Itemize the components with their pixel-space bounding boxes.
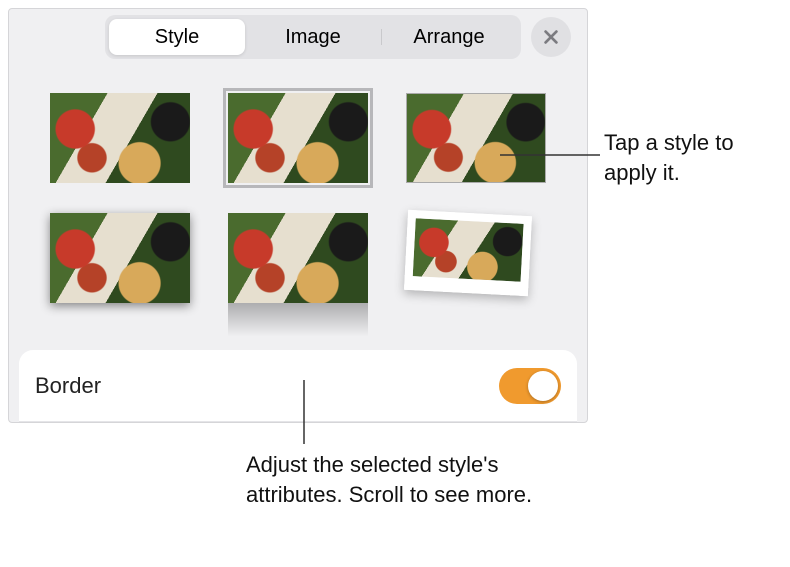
thumbnail-image <box>50 93 190 183</box>
callout-style: Tap a style to apply it. <box>604 128 784 187</box>
style-grid <box>9 93 587 303</box>
style-thumbnail[interactable] <box>228 93 368 183</box>
tab-image[interactable]: Image <box>245 19 381 55</box>
close-icon <box>542 28 560 46</box>
tab-label: Style <box>155 26 199 49</box>
style-thumbnail[interactable] <box>406 213 546 303</box>
tab-style[interactable]: Style <box>109 19 245 55</box>
style-thumbnail[interactable] <box>50 213 190 303</box>
tab-label: Arrange <box>413 26 484 49</box>
segmented-tabs: Style Image Arrange <box>105 15 521 59</box>
callout-leader-line <box>294 380 314 450</box>
callout-leader-line <box>500 140 610 170</box>
callout-attributes: Adjust the selected style's attributes. … <box>246 450 566 509</box>
border-label: Border <box>35 373 499 399</box>
thumbnail-image <box>404 210 532 296</box>
thumbnail-image <box>228 93 368 183</box>
style-thumbnail[interactable] <box>50 93 190 183</box>
tab-label: Image <box>285 26 341 49</box>
border-toggle[interactable] <box>499 368 561 404</box>
thumbnail-image <box>228 213 368 303</box>
style-thumbnail[interactable] <box>228 213 368 303</box>
thumbnail-image <box>50 213 190 303</box>
tab-bar: Style Image Arrange <box>9 15 587 59</box>
tab-arrange[interactable]: Arrange <box>381 19 517 55</box>
close-button[interactable] <box>531 17 571 57</box>
format-panel: Style Image Arrange Border <box>8 8 588 423</box>
